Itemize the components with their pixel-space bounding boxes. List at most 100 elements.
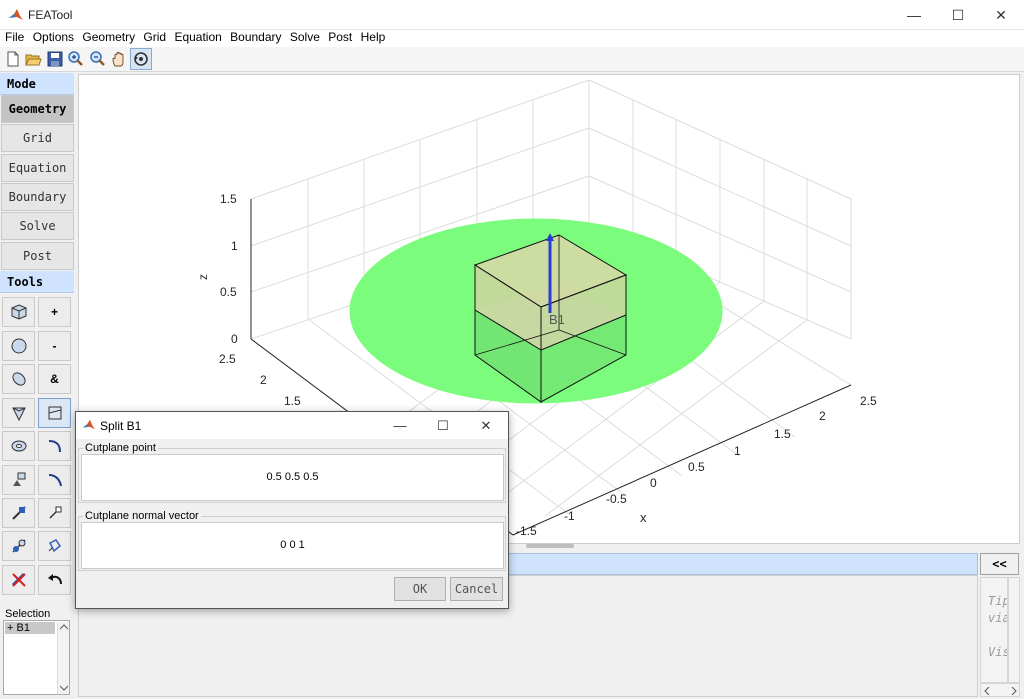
cancel-button[interactable]: Cancel [450,577,503,601]
x-tick-0-5: 0.5 [688,460,705,474]
chamfer-icon [48,474,62,487]
delete-button[interactable] [2,565,35,595]
rotate-button[interactable] [38,498,71,528]
chamfer-button[interactable] [38,465,71,495]
menu-boundary[interactable]: Boundary [230,30,281,45]
dialog-title: Split B1 [100,419,142,433]
dialog-maximize-button[interactable]: ☐ [423,412,463,439]
new-file-icon[interactable] [4,50,22,68]
dialog-minimize-button[interactable]: — [380,412,420,439]
menu-bar: File Options Geometry Grid Equation Boun… [0,30,1024,47]
create-cube-button[interactable] [2,297,35,327]
cutplane-normal-input[interactable]: 0 0 1 [81,522,504,569]
menu-post[interactable]: Post [328,30,352,45]
torus-icon [11,440,26,452]
selection-label: Selection [5,608,51,620]
chevron-left-icon [984,687,990,695]
cutplane-point-label: Cutplane point [83,442,158,454]
z-axis-label: z [196,274,210,280]
union-button[interactable]: + [38,297,71,327]
splitter-handle[interactable] [526,544,574,548]
undo-icon [47,574,62,585]
minimize-button[interactable]: — [891,0,937,30]
chevron-up-icon [60,624,68,630]
selection-scrollbar[interactable] [57,622,69,694]
cutplane-point-group: Cutplane point 0.5 0.5 0.5 [78,442,506,503]
cylinder-icon [11,372,26,386]
mode-grid-button[interactable]: Grid [1,124,74,152]
zoom-in-icon[interactable] [66,50,84,68]
rotate-icon [48,506,61,519]
x-tick-neg-1-5: -1.5 [516,524,537,538]
geometry-object-label-b1[interactable]: B1 [549,312,565,327]
extrude-button[interactable] [2,465,35,495]
mode-geometry-button[interactable]: Geometry [1,95,74,123]
selection-item-b1[interactable]: + B1 [5,622,55,634]
maximize-button[interactable]: ☐ [935,0,981,30]
plus-symbol: + [50,305,58,319]
dialog-close-button[interactable]: ✕ [466,412,506,439]
rotate-3d-button[interactable] [130,48,152,70]
x-tick-0: 0 [650,476,657,490]
intersect-button[interactable]: & [38,364,71,394]
z-tick-1-5: 1.5 [220,192,237,206]
cutplane-point-input[interactable]: 0.5 0.5 0.5 [81,454,504,501]
scale-button[interactable] [2,531,35,561]
delete-icon [11,572,26,587]
z-tick-1: 1 [231,239,238,253]
tips-line-1: Tip [988,594,1008,608]
mirror-button[interactable] [38,531,71,561]
create-sphere-button[interactable] [2,331,35,361]
split-button[interactable] [38,398,71,428]
open-folder-icon[interactable] [24,50,42,68]
rotate-3d-icon [134,52,148,66]
tools-header: Tools [0,271,74,293]
create-torus-button[interactable] [2,431,35,461]
menu-help[interactable]: Help [361,30,386,45]
menu-equation[interactable]: Equation [174,30,221,45]
x-axis-label: x [640,510,647,525]
move-button[interactable] [2,498,35,528]
pan-hand-icon[interactable] [110,50,128,68]
tips-panel: Tip via Vis [980,577,1008,683]
cone-icon [11,407,26,422]
undo-button[interactable] [38,565,71,595]
tips-vertical-scrollbar[interactable] [1008,577,1020,683]
menu-solve[interactable]: Solve [290,30,320,45]
fillet-button[interactable] [38,431,71,461]
tips-scrollbar[interactable] [980,683,1020,697]
scale-icon [11,539,26,553]
mode-post-button[interactable]: Post [1,242,74,270]
split-icon [48,406,61,420]
minus-symbol: - [52,339,57,353]
chevron-down-icon [60,685,68,691]
window-title: FEATool [28,8,73,22]
selection-listbox[interactable]: + B1 [3,620,70,695]
x-tick-neg-0-5: -0.5 [606,492,627,506]
mode-boundary-button[interactable]: Boundary [1,183,74,211]
zoom-out-icon[interactable] [88,50,106,68]
menu-file[interactable]: File [5,30,24,45]
save-icon[interactable] [46,50,64,68]
menu-geometry[interactable]: Geometry [82,30,135,45]
x-tick-2-5: 2.5 [860,394,877,408]
tips-line-3: Vis [988,645,1008,659]
mode-equation-button[interactable]: Equation [1,154,74,182]
y-tick-1-5: 1.5 [284,394,301,408]
toggle-console-button[interactable]: << [980,553,1019,575]
fillet-icon [48,440,61,453]
window-titlebar: FEATool — ☐ ✕ [0,0,1024,30]
menu-options[interactable]: Options [33,30,74,45]
create-cylinder-button[interactable] [2,364,35,394]
y-tick-2-5: 2.5 [219,352,236,366]
menu-grid[interactable]: Grid [143,30,166,45]
ok-button[interactable]: OK [394,577,446,601]
cube-icon [11,304,26,320]
z-tick-0-5: 0.5 [220,285,237,299]
create-cone-button[interactable] [2,398,35,428]
mode-solve-button[interactable]: Solve [1,212,74,240]
subtract-button[interactable]: - [38,331,71,361]
close-button[interactable]: ✕ [978,0,1024,30]
mirror-icon [48,539,61,553]
cutplane-normal-label: Cutplane normal vector [83,510,201,522]
